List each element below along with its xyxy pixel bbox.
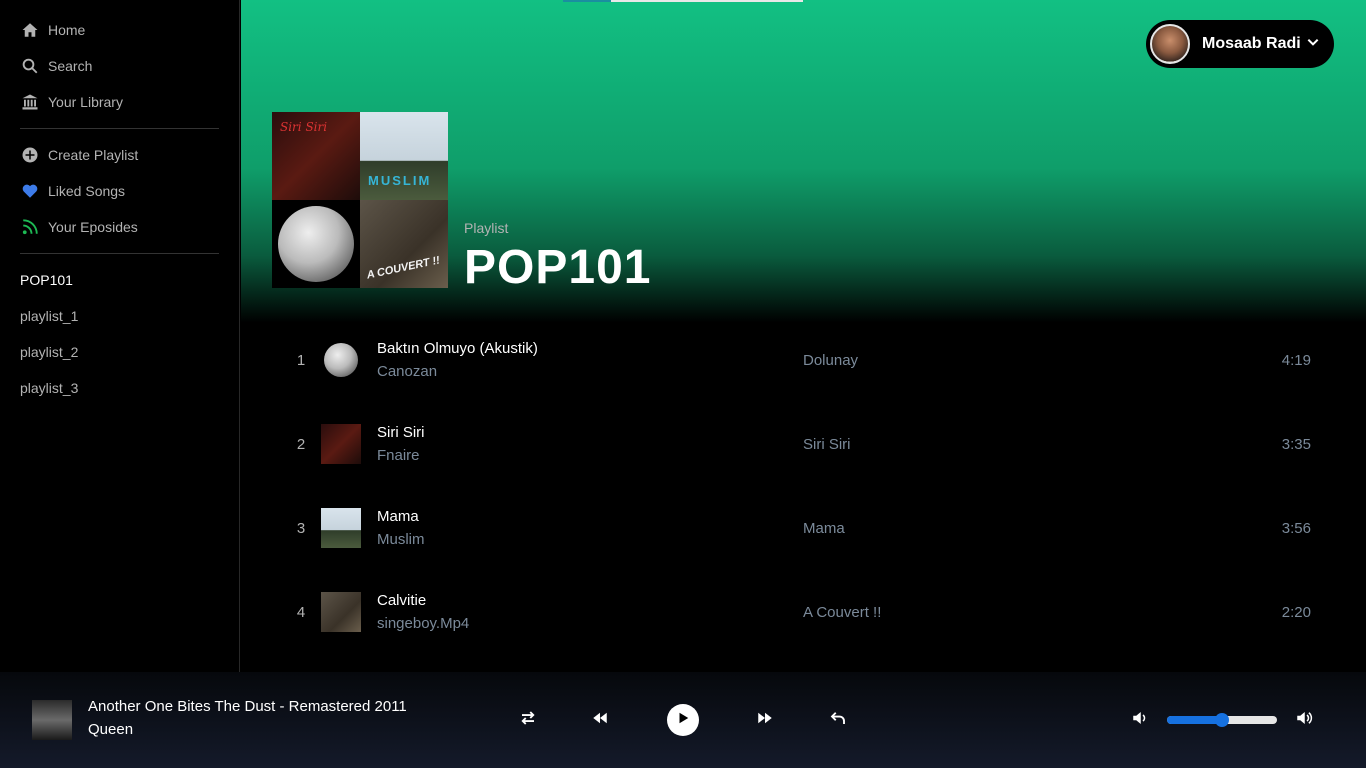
chevron-down-icon xyxy=(1306,35,1320,54)
library-icon xyxy=(20,92,40,112)
cover-tile xyxy=(272,112,360,200)
track-duration: 3:35 xyxy=(1281,435,1311,453)
volume-up-button[interactable] xyxy=(1286,702,1322,738)
sidebar-item-label: Create Playlist xyxy=(48,147,139,163)
track-artwork xyxy=(321,340,361,380)
cover-tile xyxy=(360,200,448,288)
now-playing-artist: Queen xyxy=(88,721,134,738)
table-row[interactable]: 4 Calvitie singeboy.Mp4 A Couvert !! 2:2… xyxy=(281,570,1311,654)
user-menu-button[interactable]: Mosaab Radi xyxy=(1146,20,1334,68)
repeat-icon xyxy=(519,709,537,732)
sidebar-item-library[interactable]: Your Library xyxy=(0,84,239,120)
page-title: POP101 xyxy=(464,241,652,294)
playlist-cover xyxy=(272,112,448,288)
rewind-icon xyxy=(591,709,609,732)
track-artist[interactable]: Fnaire xyxy=(377,447,787,464)
track-album[interactable]: Dolunay xyxy=(803,352,858,369)
table-row[interactable]: 2 Siri Siri Fnaire Siri Siri 3:35 xyxy=(281,402,1311,486)
sidebar-playlist-1[interactable]: playlist_1 xyxy=(0,298,239,334)
liked-songs-item[interactable]: Liked Songs xyxy=(0,173,239,209)
divider xyxy=(20,253,219,254)
track-title: Mama xyxy=(377,508,419,525)
sidebar-item-label: Your Library xyxy=(48,94,123,110)
user-name: Mosaab Radi xyxy=(1202,35,1301,52)
heart-icon xyxy=(20,181,40,201)
sidebar-playlist-pop101[interactable]: POP101 xyxy=(0,262,239,298)
track-album[interactable]: A Couvert !! xyxy=(803,604,881,621)
track-artist[interactable]: Canozan xyxy=(377,363,787,380)
sidebar-item-home[interactable]: Home xyxy=(0,12,239,48)
playlist-type-label: Playlist xyxy=(464,220,509,236)
sidebar-playlist-3[interactable]: playlist_3 xyxy=(0,370,239,406)
volume-high-icon xyxy=(1295,709,1313,732)
track-duration: 2:20 xyxy=(1281,603,1311,621)
track-number: 2 xyxy=(296,435,306,453)
track-title: Siri Siri xyxy=(377,424,425,441)
repeat-button[interactable] xyxy=(510,702,546,738)
sidebar-item-label: Your Eposides xyxy=(48,219,138,235)
track-artwork xyxy=(321,424,361,464)
volume-fill xyxy=(1167,716,1222,724)
player-bar: Another One Bites The Dust - Remastered … xyxy=(0,672,1366,768)
your-episodes-item[interactable]: Your Eposides xyxy=(0,209,239,245)
volume-down-button[interactable] xyxy=(1122,702,1158,738)
cover-tile xyxy=(272,200,360,288)
sidebar-item-label: Liked Songs xyxy=(48,183,126,199)
fast-forward-icon xyxy=(756,709,774,732)
next-button[interactable] xyxy=(747,702,783,738)
create-playlist-button[interactable]: Create Playlist xyxy=(0,137,239,173)
avatar xyxy=(1150,24,1190,64)
track-album[interactable]: Siri Siri xyxy=(803,436,851,453)
sidebar-item-label: Home xyxy=(48,22,86,38)
search-icon xyxy=(20,56,40,76)
plus-circle-icon xyxy=(20,145,40,165)
rss-icon xyxy=(20,217,40,237)
sidebar-item-search[interactable]: Search xyxy=(0,48,239,84)
divider xyxy=(20,128,219,129)
play-icon xyxy=(676,711,690,730)
track-number: 4 xyxy=(296,603,306,621)
previous-button[interactable] xyxy=(582,702,618,738)
sidebar-playlist-2[interactable]: playlist_2 xyxy=(0,334,239,370)
track-number: 3 xyxy=(296,519,306,537)
track-artwork xyxy=(321,508,361,548)
undo-button[interactable] xyxy=(820,702,856,738)
track-duration: 4:19 xyxy=(1281,351,1311,369)
track-title: Calvitie xyxy=(377,592,427,609)
home-icon xyxy=(20,20,40,40)
track-artist[interactable]: singeboy.Mp4 xyxy=(377,615,787,632)
now-playing-artwork xyxy=(32,700,72,740)
track-artwork xyxy=(321,592,361,632)
play-button[interactable] xyxy=(667,704,699,736)
track-artist[interactable]: Muslim xyxy=(377,531,787,548)
volume-low-icon xyxy=(1131,709,1149,732)
track-album[interactable]: Mama xyxy=(803,520,845,537)
volume-slider[interactable] xyxy=(1167,713,1277,727)
loading-bar xyxy=(563,0,803,2)
track-number: 1 xyxy=(296,351,306,369)
track-list: 1 Baktın Olmuyo (Akustik) Canozan Doluna… xyxy=(281,318,1311,654)
track-duration: 3:56 xyxy=(1281,519,1311,537)
volume-thumb[interactable] xyxy=(1215,713,1229,727)
sidebar: Home Search Your Library Create Playlist… xyxy=(0,0,240,672)
track-title: Baktın Olmuyo (Akustik) xyxy=(377,340,538,357)
undo-icon xyxy=(829,709,847,732)
now-playing-title: Another One Bites The Dust - Remastered … xyxy=(88,698,407,715)
table-row[interactable]: 3 Mama Muslim Mama 3:56 xyxy=(281,486,1311,570)
main-content: Mosaab Radi Playlist POP101 1 Baktın Olm… xyxy=(241,0,1366,672)
table-row[interactable]: 1 Baktın Olmuyo (Akustik) Canozan Doluna… xyxy=(281,318,1311,402)
cover-tile xyxy=(360,112,448,200)
sidebar-item-label: Search xyxy=(48,58,93,74)
